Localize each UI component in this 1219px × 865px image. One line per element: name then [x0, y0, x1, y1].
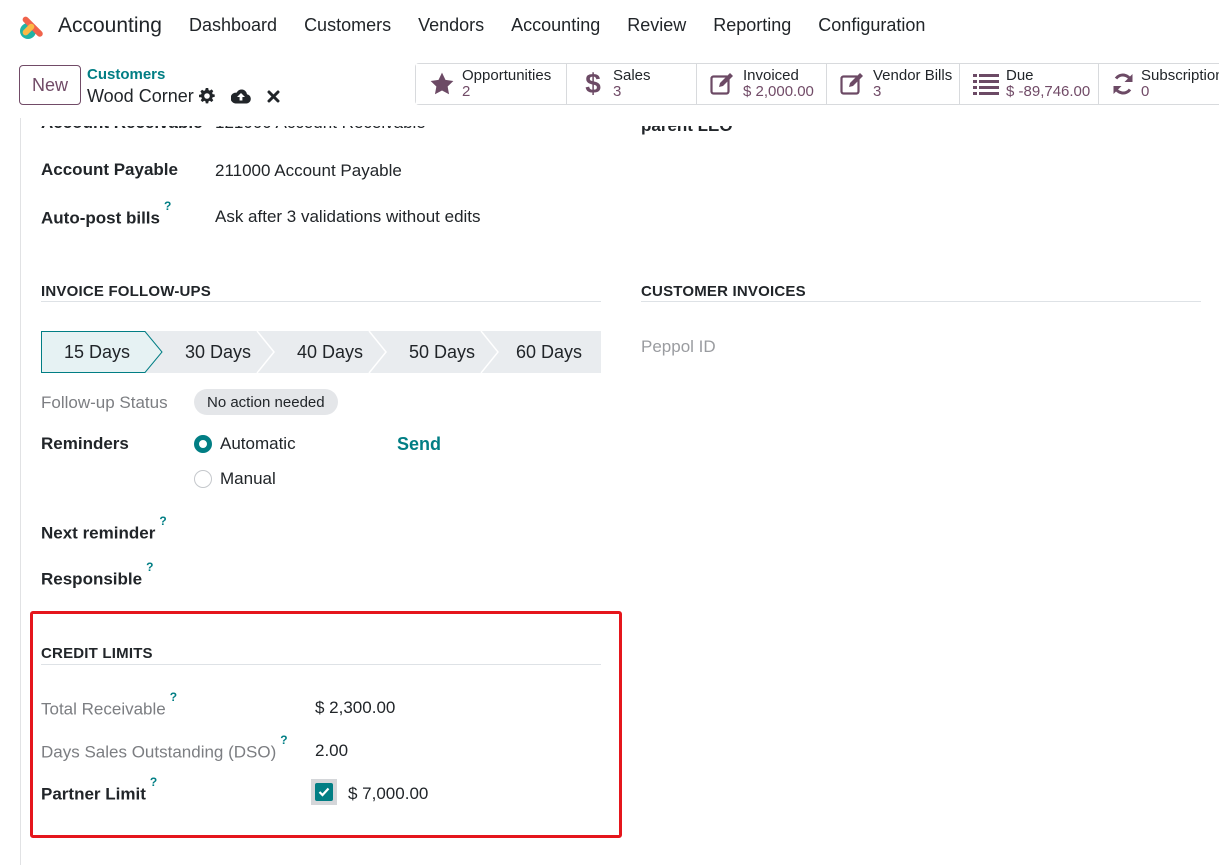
- credit-limits-title: CREDIT LIMITS: [41, 645, 153, 662]
- main-menu: Dashboard Customers Vendors Accounting R…: [189, 15, 952, 36]
- checkmark-icon: [315, 783, 333, 801]
- peppol-id-field[interactable]: Peppol ID: [641, 337, 716, 357]
- total-receivable-label: Total Receivable?: [41, 690, 178, 719]
- smart-buttons: Opportunities 2 $ Sales 3 Invoiced $ 2,000.…: [415, 63, 1219, 105]
- smart-button-value: 2: [462, 83, 471, 100]
- section-divider: [641, 301, 1201, 302]
- help-tooltip-icon[interactable]: ?: [159, 514, 166, 528]
- responsible-label: Responsible?: [41, 560, 154, 589]
- smart-button-label: Subscriptions: [1141, 67, 1219, 84]
- help-tooltip-icon[interactable]: ?: [164, 199, 171, 213]
- due-smart-button[interactable]: Due $ -89,746.00: [960, 64, 1099, 104]
- tab-30-days[interactable]: 30 Days: [163, 331, 273, 373]
- menu-review[interactable]: Review: [627, 15, 686, 36]
- record-actions: [198, 87, 281, 105]
- new-button[interactable]: New: [19, 65, 81, 105]
- account-payable-field[interactable]: 211000 Account Payable: [215, 161, 402, 181]
- reminder-manual-radio[interactable]: [194, 470, 212, 488]
- followup-status-badge: No action needed: [194, 389, 338, 415]
- control-panel: New Customers Wood Corner Opportunities 2…: [0, 52, 1219, 118]
- smart-button-label: Vendor Bills: [873, 67, 953, 84]
- subscriptions-smart-button[interactable]: Subscriptions0: [1099, 64, 1219, 104]
- smart-button-value: 0: [1141, 83, 1150, 100]
- help-tooltip-icon[interactable]: ?: [170, 690, 177, 704]
- invoice-followups-title: INVOICE FOLLOW-UPS: [41, 283, 211, 300]
- account-payable-label: Account Payable: [41, 160, 178, 179]
- opportunities-smart-button[interactable]: Opportunities 2: [416, 64, 567, 104]
- app-name[interactable]: Accounting: [58, 14, 162, 38]
- reminders-label: Reminders: [41, 434, 129, 453]
- menu-dashboard[interactable]: Dashboard: [189, 15, 277, 36]
- tab-15-days[interactable]: 15 Days: [41, 331, 153, 373]
- section-divider: [41, 301, 601, 302]
- menu-accounting[interactable]: Accounting: [511, 15, 600, 36]
- top-navbar: Accounting Dashboard Customers Vendors A…: [0, 0, 1219, 52]
- tab-50-days[interactable]: 50 Days: [387, 331, 497, 373]
- accounting-app-logo[interactable]: [18, 12, 46, 40]
- smart-button-label: Due: [1006, 67, 1034, 84]
- tab-60-days[interactable]: 60 Days: [499, 331, 599, 373]
- refresh-icon: [1113, 73, 1133, 95]
- partner-limit-amount-field[interactable]: $ 7,000.00: [348, 784, 428, 804]
- sales-smart-button[interactable]: $ Sales 3: [567, 64, 697, 104]
- smart-button-value: 3: [873, 83, 882, 100]
- auto-post-bills-label: Auto-post bills?: [41, 199, 172, 228]
- smart-button-label: Sales: [613, 67, 651, 84]
- partner-limit-label: Partner Limit?: [41, 775, 158, 804]
- smart-button-label: Opportunities: [462, 67, 552, 84]
- customer-invoices-title: CUSTOMER INVOICES: [641, 283, 806, 300]
- vendor-bills-smart-button[interactable]: Vendor Bills 3: [827, 64, 960, 104]
- cloud-upload-icon[interactable]: [231, 87, 251, 105]
- smart-button-label: Invoiced: [743, 67, 799, 84]
- tab-40-days[interactable]: 40 Days: [275, 331, 385, 373]
- star-icon: [430, 72, 454, 95]
- send-button[interactable]: Send: [397, 434, 441, 455]
- partner-limit-checkbox[interactable]: [311, 779, 337, 805]
- help-tooltip-icon[interactable]: ?: [280, 733, 287, 747]
- invoiced-smart-button[interactable]: Invoiced $ 2,000.00: [697, 64, 827, 104]
- smart-button-value: $ -89,746.00: [1006, 83, 1091, 100]
- dso-label: Days Sales Outstanding (DSO)?: [41, 733, 288, 762]
- form-sheet: Account Receivable 121000 Account Receiv…: [20, 118, 1219, 865]
- menu-reporting[interactable]: Reporting: [713, 15, 791, 36]
- help-tooltip-icon[interactable]: ?: [150, 775, 157, 789]
- total-receivable-value: $ 2,300.00: [315, 698, 396, 717]
- dollar-icon: $: [585, 68, 601, 99]
- edit-icon: [710, 73, 733, 95]
- menu-configuration[interactable]: Configuration: [818, 15, 925, 36]
- followup-level-tabs: 15 Days 30 Days 40 Days 50 Days 60 Days: [41, 331, 601, 373]
- discard-x-icon[interactable]: [265, 87, 281, 105]
- reminder-automatic-radio[interactable]: [194, 435, 212, 453]
- edit-icon: [840, 73, 863, 95]
- help-tooltip-icon[interactable]: ?: [146, 560, 153, 574]
- auto-post-bills-field[interactable]: Ask after 3 validations without edits: [215, 207, 481, 227]
- breadcrumb-customers[interactable]: Customers: [87, 66, 165, 83]
- smart-button-value: 3: [613, 83, 622, 100]
- smart-button-value: $ 2,000.00: [743, 83, 814, 100]
- reminder-automatic-label[interactable]: Automatic: [220, 434, 296, 454]
- menu-customers[interactable]: Customers: [304, 15, 391, 36]
- section-divider: [41, 664, 601, 665]
- reminder-manual-label[interactable]: Manual: [220, 469, 276, 489]
- next-reminder-label: Next reminder?: [41, 514, 167, 543]
- dso-value: 2.00: [315, 741, 349, 760]
- scroll-mask: [21, 118, 1219, 126]
- menu-vendors[interactable]: Vendors: [418, 15, 484, 36]
- followup-status-label: Follow-up Status: [41, 393, 168, 412]
- record-name: Wood Corner: [87, 86, 194, 106]
- gear-icon[interactable]: [198, 87, 216, 105]
- list-icon: [973, 74, 999, 95]
